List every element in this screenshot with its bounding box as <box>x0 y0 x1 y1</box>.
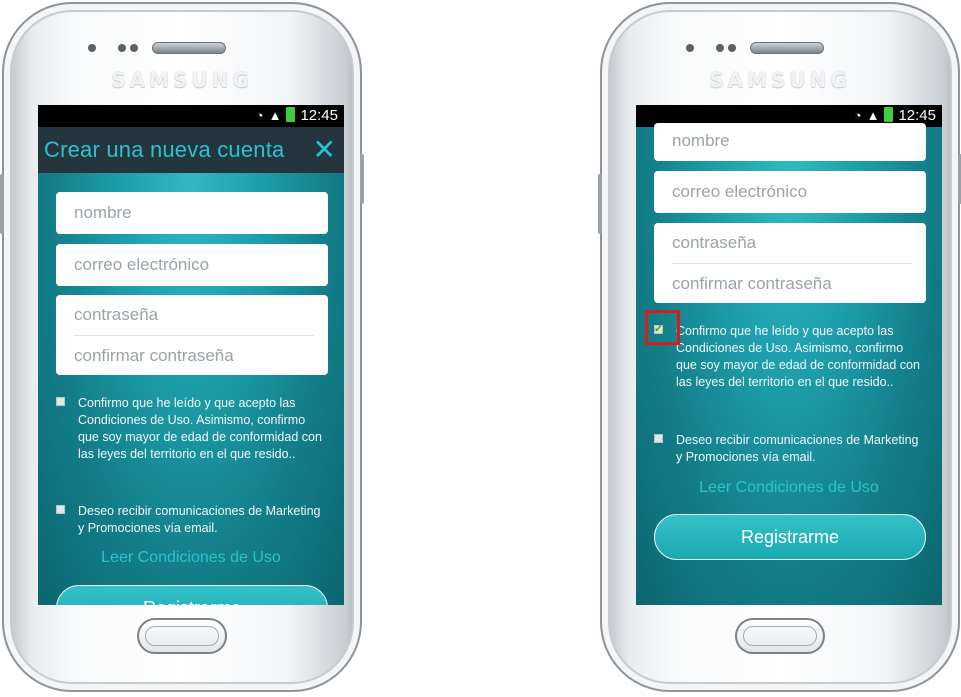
screen: ◔ ▲ 12:45 Crear una nueva cuenta ✕ nombre … <box>38 105 344 605</box>
register-button[interactable]: Registrarme <box>56 585 328 605</box>
password-field[interactable]: contraseña <box>74 295 328 335</box>
camera-dot <box>130 44 138 52</box>
terms-link[interactable]: Leer Condiciones de Uso <box>38 549 344 567</box>
email-field[interactable]: correo electrónico <box>56 244 328 286</box>
terms-checkbox[interactable] <box>56 397 65 406</box>
speaker-grill <box>152 42 226 54</box>
stage: SAMSUNG ◔ ▲ 12:45 Crear una nueva cuenta ✕… <box>0 0 961 697</box>
status-time: 12:45 <box>898 107 936 124</box>
camera-dot <box>728 44 736 52</box>
status-time: 12:45 <box>300 107 338 124</box>
phone-left: SAMSUNG ◔ ▲ 12:45 Crear una nueva cuenta ✕… <box>0 2 364 692</box>
marketing-text: Deseo recibir comunicaciones de Marketin… <box>676 433 919 464</box>
sensor-dot <box>88 44 96 52</box>
terms-text: Confirmo que he leído y que acepto las C… <box>78 396 322 461</box>
camera-dot <box>716 44 724 52</box>
home-button[interactable] <box>735 618 825 654</box>
marketing-checkbox[interactable] <box>56 505 65 514</box>
battery-icon <box>286 107 296 122</box>
page-title: Crear una nueva cuenta <box>44 137 285 162</box>
marketing-text: Deseo recibir comunicaciones de Marketin… <box>78 504 321 535</box>
terms-text: Confirmo que he leído y que acepto las C… <box>676 324 920 389</box>
brand-logo: SAMSUNG <box>111 68 253 92</box>
sensor-dot <box>686 44 694 52</box>
volume-button <box>0 174 4 234</box>
battery-icon <box>884 107 894 122</box>
brand-logo: SAMSUNG <box>709 68 851 92</box>
name-field[interactable]: nombre <box>56 192 328 234</box>
terms-checkbox-row[interactable]: Confirmo que he leído y que acepto las C… <box>56 395 328 463</box>
marketing-checkbox-row[interactable]: Deseo recibir comunicaciones de Marketin… <box>654 432 926 466</box>
password-field[interactable]: contraseña <box>672 223 926 263</box>
screen: ◔ ▲ 12:45 nombre correo electrónico contra… <box>636 105 942 605</box>
register-button[interactable]: Registrarme <box>654 514 926 560</box>
name-field[interactable]: nombre <box>654 123 926 161</box>
terms-checkbox-row[interactable]: ✓ Confirmo que he leído y que acepto las… <box>654 323 926 391</box>
terms-link[interactable]: Leer Condiciones de Uso <box>636 479 942 497</box>
status-bar: ◔ ▲ 12:45 <box>38 105 344 127</box>
password-group: contraseña confirmar contraseña <box>56 295 328 375</box>
home-button[interactable] <box>137 618 227 654</box>
password-group: contraseña confirmar contraseña <box>654 223 926 303</box>
volume-button <box>598 174 602 234</box>
marketing-checkbox-row[interactable]: Deseo recibir comunicaciones de Marketin… <box>56 503 328 537</box>
phone-right: SAMSUNG ◔ ▲ 12:45 nombre correo electrónic… <box>598 2 961 692</box>
camera-dot <box>118 44 126 52</box>
confirm-password-field[interactable]: confirmar contraseña <box>74 336 328 376</box>
marketing-checkbox[interactable] <box>654 434 663 443</box>
confirm-password-field[interactable]: confirmar contraseña <box>672 264 926 304</box>
close-icon[interactable]: ✕ <box>313 133 336 166</box>
power-button <box>360 154 364 204</box>
wifi-icon: ◔ <box>255 108 264 123</box>
app-bar: Crear una nueva cuenta ✕ <box>38 127 344 173</box>
highlight-box <box>645 310 680 345</box>
email-field[interactable]: correo electrónico <box>654 171 926 213</box>
speaker-grill <box>750 42 824 54</box>
signal-icon: ▲ <box>268 108 282 123</box>
